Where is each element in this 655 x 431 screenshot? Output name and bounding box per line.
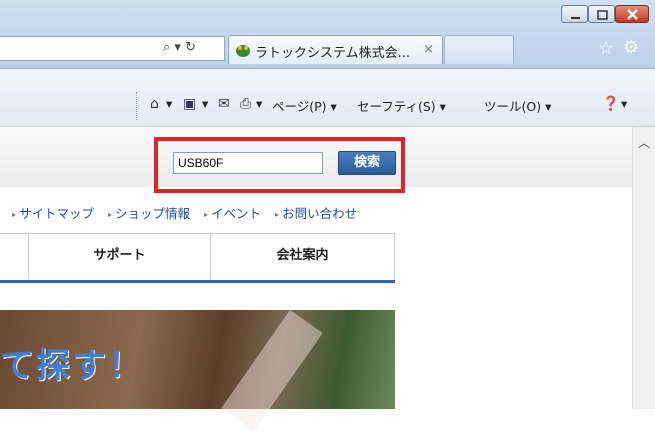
link-contact[interactable]: ▸ お問い合わせ <box>275 206 357 221</box>
link-events[interactable]: ▸ イベント <box>204 206 261 221</box>
bullet-icon: ▸ <box>108 210 113 219</box>
close-button[interactable] <box>615 5 649 23</box>
tab-title: ラトックシステム株式会... <box>255 46 411 61</box>
link-sitemap[interactable]: ▸ サイトマップ <box>12 206 94 221</box>
vertical-scrollbar[interactable] <box>632 127 655 409</box>
minimize-icon <box>571 17 580 19</box>
header-links: ▸ サイトマップ ▸ ショップ情報 ▸ イベント ▸ お問い合わせ <box>12 203 367 222</box>
print-icon[interactable]: ⎙ <box>240 96 251 112</box>
nav-item-company[interactable]: 会社案内 <box>210 233 395 279</box>
safety-menu[interactable]: セーフティ(S) ▾ <box>357 96 446 115</box>
home-dropdown-arrow[interactable]: ▾ <box>166 96 172 111</box>
help-icon[interactable]: ❓ <box>602 96 619 112</box>
site-favicon-icon <box>236 45 250 57</box>
bullet-icon: ▸ <box>275 210 280 219</box>
bullet-icon: ▸ <box>12 210 17 219</box>
new-tab-button[interactable] <box>444 35 514 64</box>
scroll-up-arrow-icon[interactable]: ︿ <box>638 134 650 151</box>
tab-close-icon[interactable]: × <box>423 42 434 57</box>
highlight-frame <box>154 137 405 193</box>
favorites-star-icon[interactable]: ☆ <box>598 38 614 59</box>
feeds-icon[interactable]: ▣ <box>183 96 196 112</box>
help-dropdown-arrow[interactable]: ▾ <box>621 96 627 111</box>
close-icon <box>627 9 638 20</box>
address-search-refresh[interactable]: ⌕ ▾ ↻ <box>163 40 223 58</box>
feeds-dropdown-arrow[interactable]: ▾ <box>202 96 208 111</box>
browser-tab[interactable]: ラトックシステム株式会... × <box>228 35 443 64</box>
print-dropdown-arrow[interactable]: ▾ <box>256 96 262 111</box>
nav-item-support[interactable]: サポート <box>28 233 210 279</box>
page-menu[interactable]: ページ(P) ▾ <box>272 96 337 115</box>
maximize-button[interactable] <box>588 5 615 23</box>
home-icon[interactable]: ⌂ <box>150 96 159 112</box>
tools-menu[interactable]: ツール(O) ▾ <box>484 96 551 115</box>
minimize-button[interactable] <box>561 5 588 23</box>
link-shop-info[interactable]: ▸ ショップ情報 <box>108 206 190 221</box>
read-mail-icon[interactable]: ✉ <box>218 96 230 112</box>
banner-headline: て探す！ <box>0 346 144 386</box>
maximize-icon <box>597 10 608 20</box>
toolbar-separator <box>136 92 138 120</box>
bullet-icon: ▸ <box>204 210 209 219</box>
gear-icon[interactable]: ⚙ <box>623 37 639 58</box>
